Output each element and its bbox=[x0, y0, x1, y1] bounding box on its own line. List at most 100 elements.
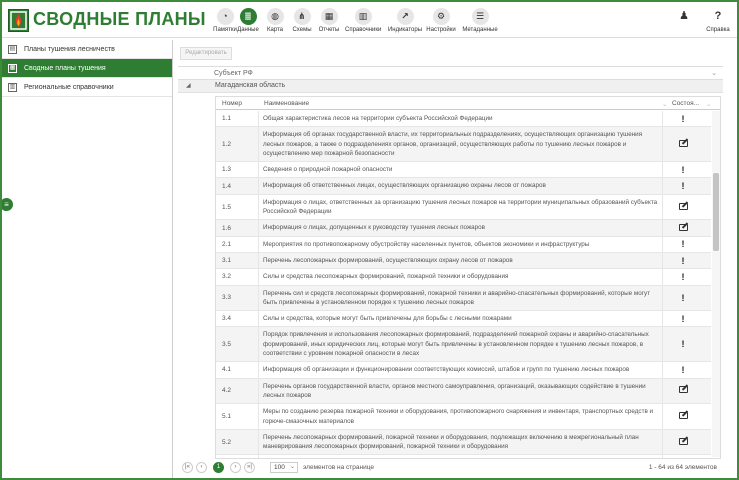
nav-metadannye[interactable]: ☰ Метаданные bbox=[462, 8, 498, 33]
sidebar-item-summary-plans[interactable]: ▦ Сводные планы тушения bbox=[2, 59, 172, 78]
sidebar-item-regional-references[interactable]: ▥ Региональные справочники bbox=[2, 78, 172, 97]
edit-status-icon[interactable] bbox=[663, 437, 703, 447]
row-name: Информация об органах государственной вл… bbox=[258, 127, 663, 162]
table-row[interactable]: 3.5 Порядок привлечения и использования л… bbox=[216, 327, 711, 363]
line-chart-icon: ↗ bbox=[396, 8, 414, 25]
warning-status-icon[interactable]: ! bbox=[663, 239, 703, 249]
row-name: Информация о лицах, допущенных к руковод… bbox=[258, 220, 663, 236]
edit-status-icon[interactable] bbox=[663, 139, 703, 149]
exclamation-icon: ! bbox=[681, 292, 685, 303]
warning-status-icon[interactable]: ! bbox=[663, 114, 703, 124]
row-name: Мероприятия по противопожарному обустрой… bbox=[258, 236, 663, 252]
last-page-button[interactable]: »| bbox=[244, 462, 255, 473]
page-size-select[interactable]: 100 ⌄ bbox=[270, 462, 298, 473]
nav-spravochniki[interactable]: ▥ Справочники bbox=[345, 8, 381, 33]
table-row[interactable]: 1.6 Информация о лицах, допущенных к руко… bbox=[216, 220, 711, 237]
help-label: Справка bbox=[706, 27, 730, 33]
first-page-button[interactable]: |« bbox=[182, 462, 193, 473]
table-row[interactable]: 4.1 Информация об организации и функциони… bbox=[216, 362, 711, 379]
next-page-button[interactable]: › bbox=[230, 462, 241, 473]
column-menu-icon[interactable]: ⌄ bbox=[662, 100, 667, 108]
column-header-status[interactable]: Состоя... bbox=[672, 100, 699, 107]
pencil-square-icon bbox=[678, 412, 688, 420]
file-icon: ▤ bbox=[8, 45, 17, 54]
column-menu-icon[interactable]: ⌄ bbox=[706, 100, 711, 108]
row-name: Посадочные площадки для самолетов и верт… bbox=[258, 455, 663, 458]
table-row[interactable]: 2.1 Мероприятия по противопожарному обуст… bbox=[216, 236, 711, 253]
group-column-header[interactable]: Субъект РФ ⌄ bbox=[178, 66, 723, 80]
table-row[interactable]: 1.4 Информация об ответственных лицах, ос… bbox=[216, 178, 711, 195]
row-number: 3.3 bbox=[222, 294, 232, 302]
group-row[interactable]: ◢ Магаданская область bbox=[178, 80, 723, 93]
nav-nastroyki[interactable]: ⚙ Настройки bbox=[423, 8, 459, 33]
chevron-down-icon[interactable]: ⌄ bbox=[711, 69, 717, 77]
row-name: Сведения о природной пожарной опасности bbox=[258, 162, 663, 178]
row-number: 1.5 bbox=[222, 203, 232, 211]
gears-icon: ⚙ bbox=[432, 8, 450, 25]
exclamation-icon: ! bbox=[681, 239, 685, 250]
table-row[interactable]: 1.2 Информация об органах государственной… bbox=[216, 127, 711, 163]
edit-button[interactable]: Редактировать bbox=[180, 47, 232, 60]
warning-status-icon[interactable]: ! bbox=[663, 293, 703, 303]
table-row[interactable]: 5.3Посадочные площадки для самолетов и в… bbox=[216, 455, 711, 458]
table-row[interactable]: 1.3 Сведения о природной пожарной опаснос… bbox=[216, 162, 711, 179]
warning-status-icon[interactable]: ! bbox=[663, 314, 703, 324]
table-row[interactable]: 3.2 Силы и средства лесопожарных формиров… bbox=[216, 269, 711, 286]
nav-label: Справочники bbox=[345, 27, 382, 33]
table-row[interactable]: 5.2 Перечень лесопожарных формирований, п… bbox=[216, 429, 711, 456]
collapse-triangle-icon[interactable]: ◢ bbox=[186, 82, 191, 89]
nav-label: Настройки bbox=[426, 27, 456, 33]
warning-status-icon[interactable]: ! bbox=[663, 272, 703, 282]
edit-status-icon[interactable] bbox=[663, 223, 703, 233]
warning-status-icon[interactable]: ! bbox=[663, 339, 703, 349]
warning-status-icon[interactable]: ! bbox=[663, 256, 703, 266]
chevron-down-icon: ⌄ bbox=[289, 464, 295, 470]
exclamation-icon: ! bbox=[681, 339, 685, 350]
row-number: 2.1 bbox=[222, 240, 232, 248]
row-name: Перечень лесопожарных формирований, пожа… bbox=[258, 429, 663, 455]
warning-status-icon[interactable]: ! bbox=[663, 365, 703, 375]
scrollbar-thumb[interactable] bbox=[713, 173, 719, 251]
table-row[interactable]: 4.2 Перечень органов государственной влас… bbox=[216, 378, 711, 405]
prev-page-button[interactable]: ‹ bbox=[196, 462, 207, 473]
book-icon: ▥ bbox=[354, 8, 372, 25]
row-name: Меры по созданию резерва пожарной техник… bbox=[258, 404, 663, 429]
table-row[interactable]: 1.1 Общая характеристика лесов на террито… bbox=[216, 111, 711, 128]
pencil-square-icon bbox=[678, 202, 688, 210]
edit-status-icon[interactable] bbox=[663, 412, 703, 421]
user-menu-button[interactable]: ♟ bbox=[666, 8, 702, 25]
vertical-scrollbar[interactable] bbox=[712, 111, 720, 457]
pencil-square-icon bbox=[678, 386, 688, 394]
row-number: 1.1 bbox=[222, 115, 232, 123]
warning-status-icon[interactable]: ! bbox=[663, 181, 703, 191]
globe-icon: ◍ bbox=[266, 8, 284, 25]
table-row[interactable]: 5.1 Меры по созданию резерва пожарной тех… bbox=[216, 404, 711, 430]
group-column-label: Субъект РФ bbox=[214, 70, 253, 77]
column-header-number[interactable]: Номер bbox=[222, 100, 242, 107]
current-page-button[interactable]: 1 bbox=[213, 462, 224, 473]
row-number: 3.4 bbox=[222, 315, 232, 323]
grid-header: Номер Наименование ⌄ Состоя... ⌄ bbox=[216, 97, 720, 110]
nav-indikatory[interactable]: ↗ Индикаторы bbox=[387, 8, 423, 33]
row-name: Перечень органов государственной власти,… bbox=[258, 378, 663, 404]
row-number: 3.5 bbox=[222, 340, 232, 348]
data-grid: Номер Наименование ⌄ Состоя... ⌄ 1.1 Обща… bbox=[215, 96, 721, 459]
sidebar-item-forestry-plans[interactable]: ▤ Планы тушения лесничеств bbox=[2, 40, 172, 59]
nav-otchety[interactable]: ▦ Отчеты bbox=[311, 8, 347, 33]
warning-status-icon[interactable]: ! bbox=[663, 165, 703, 175]
nav-label: Отчеты bbox=[318, 27, 340, 33]
row-name: Информация об ответственных лицах, осуще… bbox=[258, 178, 663, 194]
row-name: Силы и средства, которые могут быть прив… bbox=[258, 311, 663, 327]
exclamation-icon: ! bbox=[681, 255, 685, 266]
row-number: 5.2 bbox=[222, 438, 232, 446]
edit-status-icon[interactable] bbox=[663, 386, 703, 395]
help-button[interactable]: ? Справка bbox=[700, 8, 736, 33]
edit-status-icon[interactable] bbox=[663, 202, 703, 212]
pager: |« ‹ 1 › »| 100 ⌄ элементов на странице 1… bbox=[182, 460, 723, 476]
table-row[interactable]: 1.5 Информация о лицах, ответственных за … bbox=[216, 194, 711, 221]
table-row[interactable]: 3.1 Перечень лесопожарных формирований, о… bbox=[216, 252, 711, 270]
table-row[interactable]: 3.4 Силы и средства, которые могут быть п… bbox=[216, 311, 711, 328]
column-header-name[interactable]: Наименование bbox=[264, 100, 309, 107]
pencil-square-icon bbox=[678, 437, 688, 445]
table-row[interactable]: 3.3 Перечень сил и средств лесопожарных ф… bbox=[216, 285, 711, 312]
